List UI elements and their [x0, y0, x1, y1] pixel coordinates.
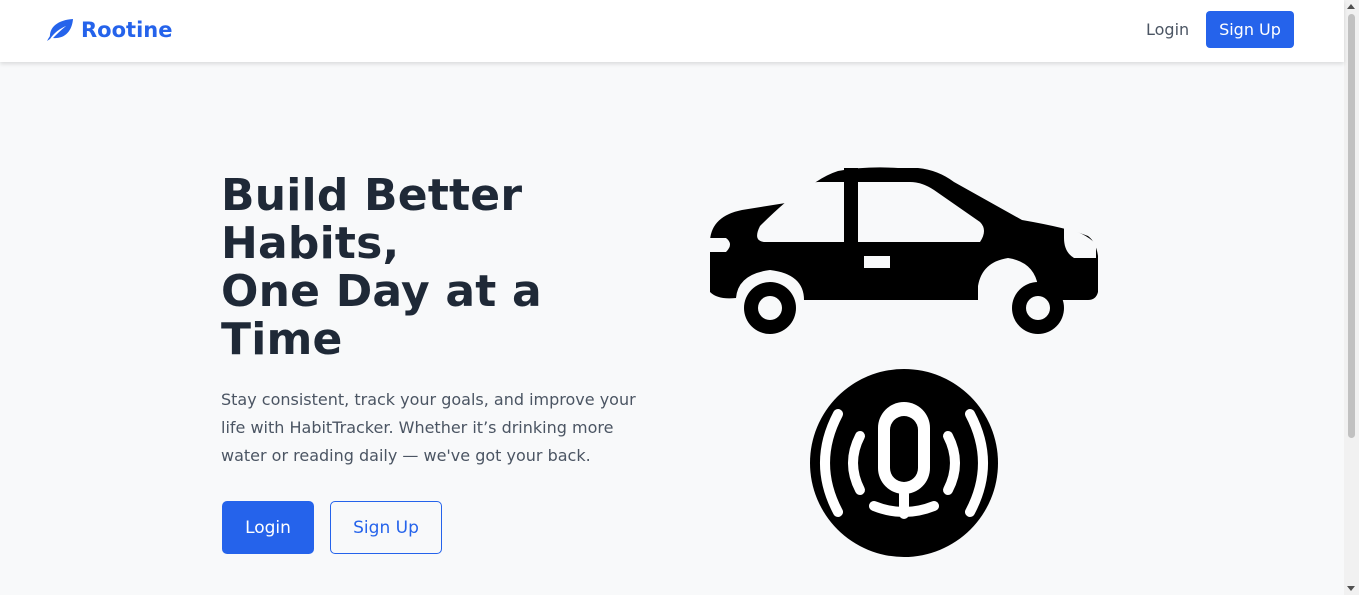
hero-title-line: One Day at a: [221, 266, 542, 317]
scroll-thumb[interactable]: [1348, 14, 1355, 438]
hero-description: Stay consistent, track your goals, and i…: [221, 390, 636, 465]
top-navbar: Rootine Login Sign Up: [0, 0, 1344, 62]
hero-title-line: Build Better: [221, 170, 523, 221]
hero-login-button[interactable]: Login: [222, 501, 314, 554]
brand-logo[interactable]: Rootine: [45, 17, 172, 43]
scroll-up-arrow-icon[interactable]: [1347, 4, 1355, 9]
hero-title-line: Time: [221, 314, 343, 365]
podcast-icon: [810, 369, 998, 557]
car-icon: [708, 167, 1098, 334]
brand-name: Rootine: [81, 18, 173, 42]
scroll-down-arrow-icon[interactable]: [1347, 586, 1355, 591]
leaf-icon: [47, 19, 73, 41]
nav-signup-button[interactable]: Sign Up: [1206, 11, 1294, 48]
hero-signup-button[interactable]: Sign Up: [330, 501, 442, 554]
hero-title-line: Habits,: [221, 218, 400, 269]
page-scrollbar[interactable]: [1344, 0, 1359, 595]
hero-title: Build Better Habits, One Day at a Time: [221, 172, 581, 364]
nav-login-link[interactable]: Login: [1136, 11, 1199, 48]
